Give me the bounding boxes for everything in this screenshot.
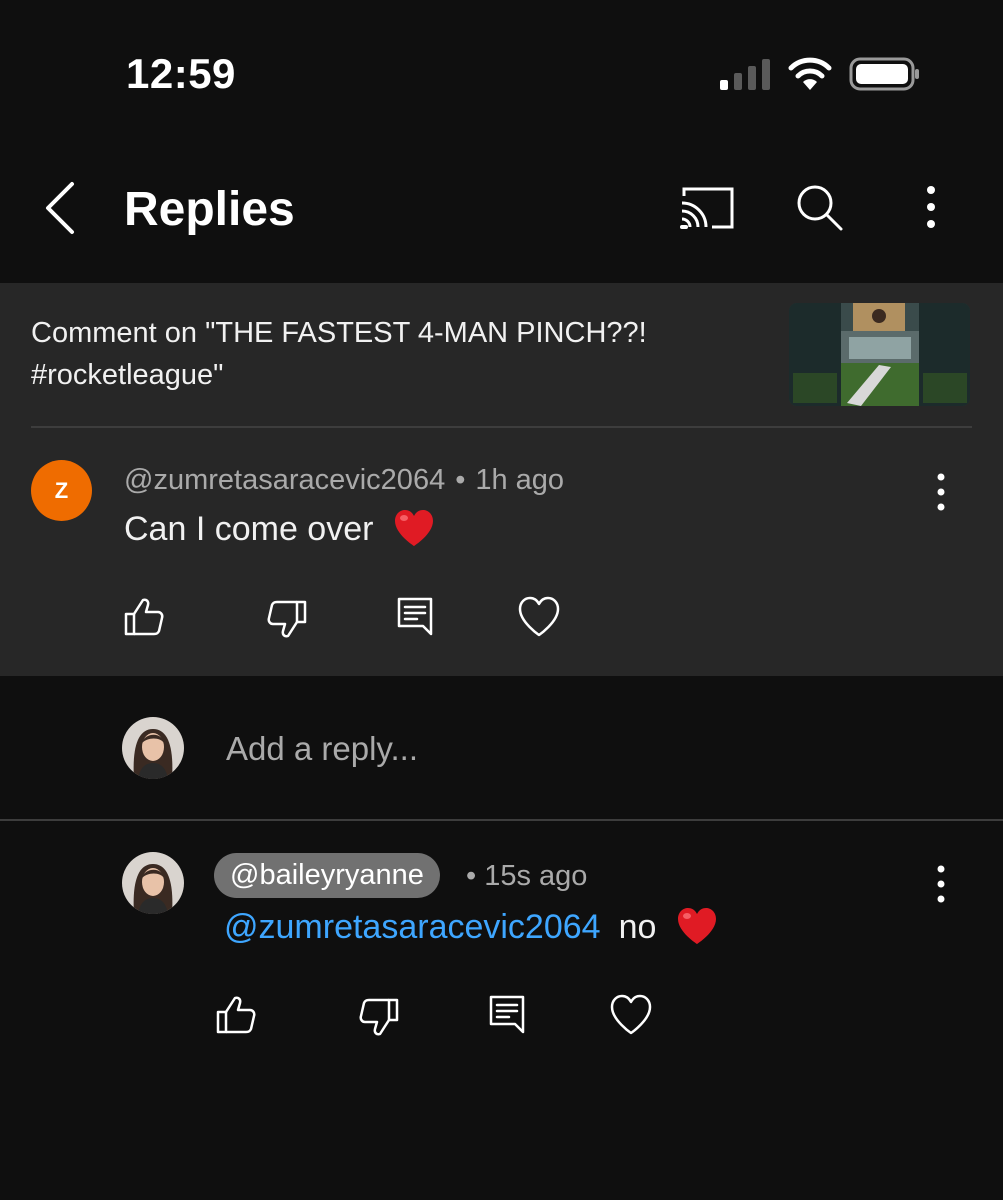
more-vertical-icon[interactable]	[930, 864, 952, 904]
dislike-icon[interactable]	[356, 994, 402, 1040]
thumbnail-image	[789, 303, 970, 406]
video-context[interactable]: Comment on "THE FASTEST 4-MAN PINCH??! #…	[31, 312, 771, 396]
back-icon[interactable]	[40, 180, 80, 236]
avatar	[122, 717, 184, 779]
video-context-line2: #rocketleague"	[31, 359, 224, 391]
heart-icon[interactable]	[516, 594, 562, 640]
reply-icon[interactable]	[393, 594, 439, 640]
status-time: 12:59	[126, 50, 236, 97]
reply-time: 15s ago	[484, 860, 588, 892]
comment-body: Can I come over	[124, 510, 374, 548]
more-vertical-icon[interactable]	[930, 472, 952, 512]
avatar[interactable]: Z	[31, 460, 92, 521]
divider	[31, 426, 972, 428]
red-heart-emoji-icon	[394, 510, 433, 547]
avatar[interactable]	[122, 852, 184, 914]
user-avatar-image	[122, 852, 184, 914]
more-vertical-icon[interactable]	[918, 184, 944, 230]
reply-body: no	[618, 908, 657, 946]
dislike-icon[interactable]	[264, 596, 310, 642]
reply-meta: • 15s ago	[466, 860, 587, 893]
avatar-letter: Z	[54, 477, 69, 503]
heart-icon[interactable]	[608, 992, 654, 1038]
comment-time: 1h ago	[475, 464, 565, 496]
battery-icon	[849, 57, 919, 91]
like-icon[interactable]	[213, 992, 259, 1038]
wifi-icon	[788, 57, 832, 90]
reply-author-chip[interactable]: @baileyryanne	[214, 853, 440, 898]
search-icon[interactable]	[794, 182, 844, 232]
separator: •	[455, 464, 466, 496]
page-title: Replies	[124, 183, 295, 236]
signal-icon	[720, 59, 770, 90]
reply-text: @zumretasaracevic2064 no	[224, 908, 718, 947]
comment-meta: @zumretasaracevic2064 • 1h ago	[124, 464, 564, 497]
red-heart-emoji-icon	[677, 908, 716, 945]
reply-icon[interactable]	[485, 992, 531, 1038]
divider	[0, 819, 1003, 821]
cast-icon[interactable]	[678, 184, 736, 230]
comment-author[interactable]: @zumretasaracevic2064	[124, 464, 445, 496]
video-thumbnail[interactable]	[789, 303, 970, 406]
video-context-line1: Comment on "THE FASTEST 4-MAN PINCH??!	[31, 317, 647, 349]
reply-input[interactable]	[226, 724, 926, 774]
comment-text: Can I come over	[124, 510, 435, 549]
reply-mention-link[interactable]: @zumretasaracevic2064	[224, 908, 601, 946]
like-icon[interactable]	[121, 594, 167, 640]
user-avatar-image	[122, 717, 184, 779]
separator: •	[466, 860, 477, 892]
